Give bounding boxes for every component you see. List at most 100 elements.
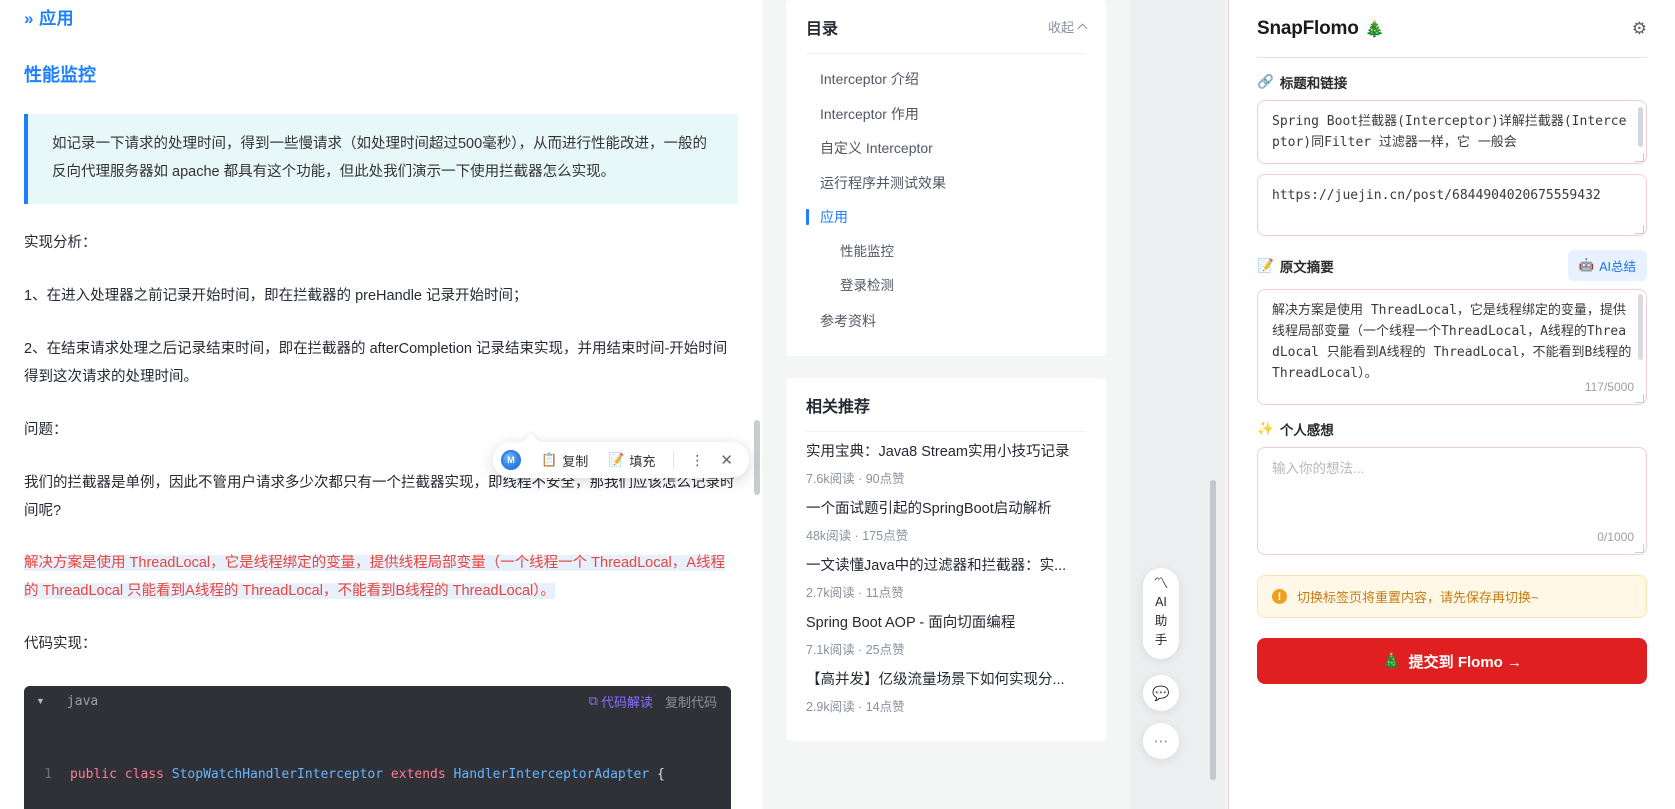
gear-icon[interactable]: ⚙ bbox=[1632, 19, 1647, 39]
toc-item[interactable]: 参考资料 bbox=[806, 304, 1086, 339]
paragraph: 实现分析： bbox=[24, 235, 97, 251]
thought-char-counter: 0/1000 bbox=[1597, 530, 1634, 544]
recommend-item-meta: 2.9k阅读 · 14点赞 bbox=[806, 700, 905, 714]
ai-assistant-button[interactable]: 〽 AI 助 手 bbox=[1143, 568, 1179, 659]
panel-header: SnapFlomo 🎄 ⚙ bbox=[1257, 0, 1647, 58]
toc-list: Interceptor 介绍 Interceptor 作用 自定义 Interc… bbox=[806, 54, 1086, 338]
list-item[interactable]: 【高并发】亿级流量场景下如何实现分... 2.9k阅读 · 14点赞 bbox=[806, 666, 1086, 723]
toolbar-copy-button[interactable]: 📋 复制 bbox=[533, 447, 596, 474]
submit-to-flomo-button[interactable]: 🎄 提交到 Flomo → bbox=[1257, 638, 1647, 684]
recommend-item-title: 【高并发】亿级流量场景下如何实现分... bbox=[806, 672, 1065, 688]
toc-item[interactable]: 登录检测 bbox=[806, 269, 1086, 304]
toc-item[interactable]: 运行程序并测试效果 bbox=[806, 166, 1086, 201]
title-textarea-scrollbar[interactable] bbox=[1638, 107, 1643, 147]
summary-char-counter: 117/5000 bbox=[1584, 380, 1634, 394]
summary-section-label: 📝 原文摘要 bbox=[1257, 256, 1334, 276]
summary-textarea-scrollbar[interactable] bbox=[1638, 294, 1643, 360]
toc-item[interactable]: Interceptor 作用 bbox=[806, 97, 1086, 132]
code-language-label: java bbox=[66, 693, 99, 709]
snapflomo-logo-icon[interactable]: M bbox=[501, 450, 521, 470]
resize-handle-icon[interactable] bbox=[1635, 544, 1644, 553]
code-intro-label: 代码实现： bbox=[24, 636, 97, 652]
more-options-icon[interactable]: ⋮ bbox=[684, 453, 710, 467]
code-block-header: ▼ java ⧉ 代码解读 复制代码 bbox=[24, 686, 731, 716]
explain-icon: ⧉ bbox=[588, 693, 598, 708]
selected-text-paragraph: 解决方案是使用 ThreadLocal，它是线程绑定的变量，提供线程局部变量（一… bbox=[24, 549, 738, 605]
pencil-icon: 📝 bbox=[608, 452, 625, 467]
page-scrollbar[interactable] bbox=[1210, 480, 1216, 780]
resize-handle-icon[interactable] bbox=[1635, 225, 1644, 234]
toc-item[interactable]: 性能监控 bbox=[806, 235, 1086, 270]
thought-placeholder: 输入你的想法... bbox=[1272, 461, 1365, 476]
warning-text: 切换标签页将重置内容，请先保存再切换~ bbox=[1297, 590, 1539, 605]
close-icon[interactable]: ✕ bbox=[714, 451, 739, 469]
summary-textarea[interactable]: 解决方案是使用 ThreadLocal，它是线程绑定的变量，提供线程局部变量（一… bbox=[1257, 289, 1647, 405]
recommend-title: 相关推荐 bbox=[806, 398, 871, 416]
list-item[interactable]: 实用宝典：Java8 Stream实用小技巧记录 7.6k阅读 · 90点赞 bbox=[806, 438, 1086, 495]
recommend-item-title: 一文读懂Java中的过滤器和拦截器：实... bbox=[806, 558, 1067, 574]
selection-toolbar[interactable]: M 📋 复制 📝 填充 ⋮ ✕ bbox=[493, 442, 749, 478]
app-root: » 应用 性能监控 如记录一下请求的处理时间，得到一些慢请求（如处理时间超过50… bbox=[0, 0, 1675, 809]
link-section-label: 🔗 标题和链接 bbox=[1257, 72, 1647, 92]
snapflomo-panel: SnapFlomo 🎄 ⚙ 🔗 标题和链接 Spring Boot拦截器(Int… bbox=[1228, 0, 1675, 809]
link-section-text: 标题和链接 bbox=[1279, 76, 1348, 91]
ai-label-line3: 手 bbox=[1154, 633, 1168, 647]
toc-header: 目录 收起 bbox=[806, 0, 1088, 54]
toolbar-copy-label: 复制 bbox=[562, 453, 589, 469]
thought-textarea[interactable]: 输入你的想法... 0/1000 bbox=[1257, 447, 1647, 555]
breadcrumb: » 应用 bbox=[24, 9, 75, 28]
section-heading: 性能监控 bbox=[24, 65, 96, 85]
summary-value: 解决方案是使用 ThreadLocal，它是线程绑定的变量，提供线程局部变量（一… bbox=[1272, 303, 1640, 381]
robot-icon: 🤖 bbox=[1578, 258, 1595, 272]
toc-collapse-label: 收起 bbox=[1047, 20, 1074, 35]
title-value: Spring Boot拦截器(Interceptor)详解拦截器(Interce… bbox=[1272, 114, 1627, 150]
toc-item-active[interactable]: 应用 bbox=[806, 200, 1086, 235]
toolbar-divider bbox=[673, 452, 675, 468]
ai-summarize-label: AI总结 bbox=[1599, 260, 1636, 274]
toc-item[interactable]: 自定义 Interceptor bbox=[806, 131, 1086, 166]
copy-code-button[interactable]: 复制代码 bbox=[665, 692, 717, 711]
recommend-item-meta: 2.7k阅读 · 11点赞 bbox=[806, 586, 904, 600]
thought-section-label: ✨ 个人感想 bbox=[1257, 419, 1647, 439]
chevron-down-icon[interactable]: ▼ bbox=[36, 696, 45, 706]
toc-title: 目录 bbox=[806, 20, 839, 38]
toc-item[interactable]: Interceptor 介绍 bbox=[806, 62, 1086, 97]
chat-icon: 💬 bbox=[1152, 684, 1170, 701]
paragraph: 2、在结束请求处理之后记录结束时间，即在拦截器的 afterCompletion… bbox=[24, 341, 728, 385]
list-item[interactable]: 一文读懂Java中的过滤器和拦截器：实... 2.7k阅读 · 11点赞 bbox=[806, 552, 1086, 609]
panel-brand-title: SnapFlomo bbox=[1257, 17, 1359, 39]
list-item[interactable]: 一个面试题引起的SpringBoot启动解析 48k阅读 · 175点赞 bbox=[806, 495, 1086, 552]
ellipsis-icon: ⋯ bbox=[1153, 733, 1169, 750]
summary-section-header: 📝 原文摘要 🤖 AI总结 bbox=[1257, 250, 1647, 281]
thought-section-text: 个人感想 bbox=[1279, 423, 1334, 438]
recommend-item-meta: 7.1k阅读 · 25点赞 bbox=[806, 643, 905, 657]
recommend-item-meta: 48k阅读 · 175点赞 bbox=[806, 529, 909, 543]
alert-icon: ! bbox=[1272, 589, 1287, 604]
code-block: ▼ java ⧉ 代码解读 复制代码 1 public class StopWat… bbox=[24, 686, 731, 809]
link-icon: 🔗 bbox=[1257, 74, 1274, 89]
ai-label-line2: 助 bbox=[1154, 614, 1168, 628]
ai-summarize-button[interactable]: 🤖 AI总结 bbox=[1567, 250, 1647, 281]
paragraph: 问题： bbox=[24, 422, 68, 438]
recommend-item-title: Spring Boot AOP - 面向切面编程 bbox=[806, 615, 1016, 631]
summary-section-text: 原文摘要 bbox=[1279, 259, 1334, 275]
list-item[interactable]: Spring Boot AOP - 面向切面编程 7.1k阅读 · 25点赞 bbox=[806, 609, 1086, 666]
toc-card: 目录 收起 Interceptor 介绍 Interceptor 作用 自定义 … bbox=[786, 0, 1106, 356]
memo-icon: 📝 bbox=[1257, 257, 1274, 273]
sparkles-icon: ✨ bbox=[1257, 421, 1274, 436]
toolbar-fill-button[interactable]: 📝 填充 bbox=[600, 447, 663, 474]
toc-collapse-button[interactable]: 收起 bbox=[1047, 17, 1088, 36]
code-explain-button[interactable]: ⧉ 代码解读 bbox=[589, 692, 653, 711]
chat-bubble-button[interactable]: 💬 bbox=[1143, 675, 1179, 711]
title-textarea[interactable]: Spring Boot拦截器(Interceptor)详解拦截器(Interce… bbox=[1257, 100, 1647, 164]
url-textarea[interactable]: https://juejin.cn/post/68449040206755594… bbox=[1257, 174, 1647, 236]
article-scrollbar[interactable] bbox=[754, 420, 760, 495]
code-body: 1 public class StopWatchHandlerIntercepto… bbox=[24, 716, 731, 809]
paragraph: 1、在进入处理器之前记录开始时间，即在拦截器的 preHandle 记录开始时间… bbox=[24, 288, 528, 304]
code-explain-label: 代码解读 bbox=[600, 694, 653, 710]
recommend-header: 相关推荐 bbox=[806, 378, 1086, 432]
resize-handle-icon[interactable] bbox=[1635, 394, 1644, 403]
more-float-button[interactable]: ⋯ bbox=[1143, 723, 1179, 759]
resize-handle-icon[interactable] bbox=[1635, 153, 1644, 162]
recommend-list: 实用宝典：Java8 Stream实用小技巧记录 7.6k阅读 · 90点赞 一… bbox=[806, 432, 1086, 723]
